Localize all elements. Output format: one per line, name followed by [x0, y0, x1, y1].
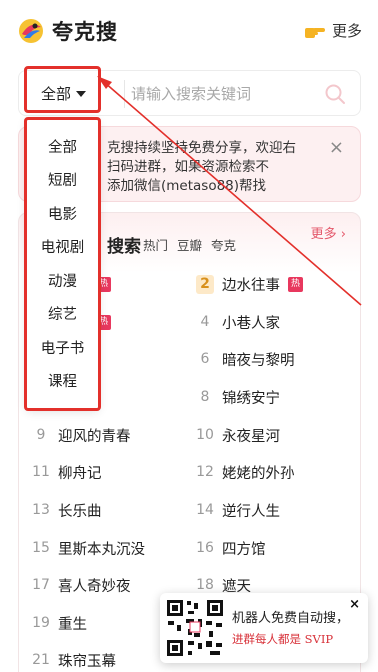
- rank-number: 15: [32, 540, 50, 556]
- rank-number: 2: [196, 274, 214, 294]
- list-item-title: 珠帘玉幕: [58, 653, 116, 670]
- rank-number: 12: [196, 464, 214, 480]
- promo-title: 机器人免费自动搜，: [232, 611, 350, 626]
- hot-tabs: 热门 豆瓣 夸克: [143, 235, 236, 254]
- list-item-title: 暗夜与黎明: [222, 352, 295, 369]
- rank-number: 13: [32, 502, 50, 518]
- more-label: 更多: [331, 22, 362, 40]
- tab-hot[interactable]: 热门: [143, 235, 168, 254]
- rank-number: 18: [196, 577, 214, 593]
- rank-number: 6: [200, 351, 210, 367]
- list-item-title: 四方馆: [222, 541, 266, 558]
- hot-search-title: 搜索: [107, 237, 141, 257]
- list-item-title: 锦绣安宁: [222, 390, 280, 407]
- list-item-title: 永夜星河: [222, 428, 280, 445]
- list-item[interactable]: 11 柳舟记: [32, 460, 102, 484]
- list-item-title: 逆行人生: [222, 503, 280, 520]
- list-item-title: 姥姥的外孙: [222, 465, 295, 482]
- rank-number: 17: [32, 577, 50, 593]
- list-item-title: 长乐曲: [58, 503, 102, 520]
- list-item[interactable]: 19 重生: [32, 611, 87, 635]
- list-item[interactable]: 4 小巷人家: [196, 310, 280, 334]
- rank-number: 14: [196, 502, 214, 518]
- list-item[interactable]: 10 永夜星河: [196, 423, 280, 447]
- notice-line: 克搜持续坚持免费分享，欢迎右: [107, 140, 296, 156]
- list-item-title: 小巷人家: [222, 315, 280, 332]
- list-item[interactable]: 8 锦绣安宁: [196, 385, 280, 409]
- notice-text: 克搜持续坚持免费分享，欢迎右 扫码进群，如果资源检索不 添加微信(metaso8…: [107, 139, 327, 196]
- rank-number: 19: [32, 615, 50, 631]
- list-item[interactable]: 12 姥姥的外孙: [196, 460, 295, 484]
- list-item[interactable]: 21 珠帘玉幕: [32, 648, 116, 672]
- promo-close-icon[interactable]: ×: [349, 597, 360, 612]
- hot-badge: 热: [288, 276, 303, 292]
- rank-number: 16: [196, 540, 214, 556]
- tab-quark[interactable]: 夸克: [211, 235, 236, 254]
- notice-line: 扫码进群，如果资源检索不: [107, 159, 269, 175]
- page: 夸克搜 更多 全部 克搜持续坚持免费分享，欢迎右 扫码进群，如果资源检索不 添加…: [0, 0, 378, 672]
- list-item[interactable]: 14 逆行人生: [196, 498, 280, 522]
- list-item[interactable]: 2 边水往事 热: [196, 272, 303, 296]
- list-item-title: 里斯本丸沉没: [58, 541, 145, 558]
- rank-number: 4: [200, 314, 210, 330]
- list-item[interactable]: 6 暗夜与黎明: [196, 347, 295, 371]
- search-divider: [124, 80, 125, 108]
- list-item-title: 迎风的青春: [58, 428, 131, 445]
- app-title: 夸克搜: [52, 20, 118, 44]
- annotation-box-dropdown: [24, 117, 101, 411]
- list-item[interactable]: 9 迎风的青春: [32, 423, 131, 447]
- rank-number: 9: [36, 427, 46, 443]
- pointing-hand-icon: [304, 27, 325, 38]
- list-item[interactable]: 13 长乐曲: [32, 498, 102, 522]
- list-item[interactable]: 17 喜人奇妙夜: [32, 573, 131, 597]
- qr-code-icon: [164, 597, 226, 659]
- tab-douban[interactable]: 豆瓣: [177, 235, 202, 254]
- more-link[interactable]: 更多: [304, 20, 362, 41]
- hot-more-button[interactable]: 更多 ›: [311, 223, 346, 242]
- rank-number: 10: [196, 427, 214, 443]
- rank-number: 21: [32, 652, 50, 668]
- rank-number: 11: [32, 464, 50, 480]
- list-item-title: 柳舟记: [58, 465, 102, 482]
- list-item-title: 喜人奇妙夜: [58, 578, 131, 595]
- annotation-box-category: [24, 66, 101, 113]
- list-item[interactable]: 16 四方馆: [196, 536, 266, 560]
- list-item-title: 边水往事: [222, 277, 280, 294]
- search-icon[interactable]: [324, 83, 346, 105]
- notice-close-icon[interactable]: ×: [329, 139, 344, 157]
- rank-number: 8: [200, 389, 210, 405]
- promo-popup[interactable]: 机器人免费自动搜， 进群每人都是 SVIP ×: [160, 593, 368, 663]
- promo-subtitle: 进群每人都是 SVIP: [232, 632, 334, 646]
- search-input[interactable]: [131, 79, 326, 109]
- header: 夸克搜 更多: [0, 0, 378, 62]
- list-item[interactable]: 15 里斯本丸沉没: [32, 536, 145, 560]
- list-item-title: 重生: [58, 616, 87, 633]
- app-logo-icon[interactable]: [18, 18, 44, 44]
- notice-line: 添加微信(metaso88)帮找: [107, 178, 267, 194]
